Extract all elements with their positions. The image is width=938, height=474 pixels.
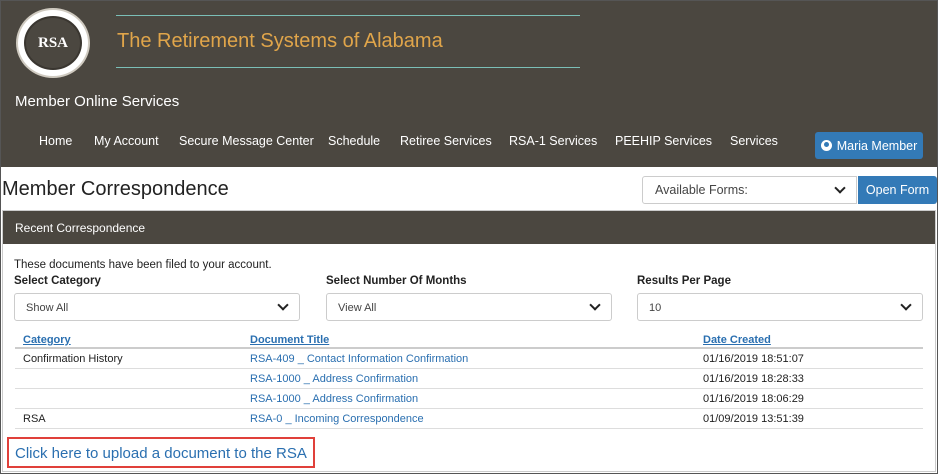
open-form-button[interactable]: Open Form: [858, 176, 937, 204]
category-select[interactable]: Show All: [14, 293, 300, 321]
months-select[interactable]: View All: [326, 293, 612, 321]
results-per-page-select[interactable]: 10: [637, 293, 923, 321]
column-header-date-created[interactable]: Date Created: [703, 334, 771, 346]
months-filter-label: Select Number Of Months: [326, 275, 467, 287]
user-name: Maria Member: [836, 138, 918, 153]
panel-heading: Recent Correspondence: [3, 211, 935, 244]
nav-schedule[interactable]: Schedule: [328, 134, 380, 148]
results-filter-label: Results Per Page: [637, 275, 731, 287]
title-rule-top: [116, 15, 580, 16]
logo-seal: RSA: [24, 16, 82, 70]
available-forms-value: Available Forms:: [655, 183, 748, 197]
site-title: The Retirement Systems of Alabama: [117, 30, 443, 52]
nav-retiree-services[interactable]: Retiree Services: [400, 134, 492, 148]
table-row: Confirmation History RSA-409 _ Contact I…: [15, 349, 923, 369]
row-category: Confirmation History: [23, 353, 123, 365]
table-row: RSA RSA-0 _ Incoming Correspondence 01/0…: [15, 409, 923, 429]
chevron-down-icon: [589, 299, 601, 311]
row-date: 01/16/2019 18:51:07: [703, 353, 804, 365]
app-subtitle: Member Online Services: [15, 93, 180, 110]
chevron-down-icon: [834, 182, 846, 194]
user-circle-icon: [820, 140, 832, 151]
nav-services[interactable]: Services: [730, 134, 778, 148]
nav-my-account[interactable]: My Account: [94, 134, 159, 148]
row-date: 01/16/2019 18:28:33: [703, 373, 804, 385]
document-link[interactable]: RSA-409 _ Contact Information Confirmati…: [250, 353, 468, 365]
results-per-page-value: 10: [649, 302, 662, 314]
row-category: RSA: [23, 413, 46, 425]
correspondence-table: Category Document Title Date Created Con…: [15, 330, 923, 429]
column-header-document-title[interactable]: Document Title: [250, 334, 329, 346]
available-forms-select[interactable]: Available Forms:: [642, 176, 857, 204]
table-header-row: Category Document Title Date Created: [15, 330, 923, 349]
document-link[interactable]: RSA-1000 _ Address Confirmation: [250, 393, 418, 405]
row-date: 01/09/2019 13:51:39: [703, 413, 804, 425]
panel-intro-text: These documents have been filed to your …: [14, 259, 272, 271]
document-link[interactable]: RSA-1000 _ Address Confirmation: [250, 373, 418, 385]
table-row: RSA-1000 _ Address Confirmation 01/16/20…: [15, 369, 923, 389]
category-select-value: Show All: [26, 302, 69, 314]
chevron-down-icon: [277, 299, 289, 311]
chevron-down-icon: [900, 299, 912, 311]
nav-secure-message-center[interactable]: Secure Message Center: [179, 134, 314, 148]
table-row: RSA-1000 _ Address Confirmation 01/16/20…: [15, 389, 923, 409]
user-menu-button[interactable]: Maria Member: [815, 132, 923, 159]
rsa-logo[interactable]: RSA: [16, 8, 90, 78]
row-date: 01/16/2019 18:06:29: [703, 393, 804, 405]
page-title: Member Correspondence: [2, 178, 229, 200]
months-select-value: View All: [338, 302, 377, 314]
upload-document-link[interactable]: Click here to upload a document to the R…: [7, 437, 315, 468]
nav-rsa1-services[interactable]: RSA-1 Services: [509, 134, 597, 148]
category-filter-label: Select Category: [14, 275, 101, 287]
column-header-category[interactable]: Category: [23, 334, 71, 346]
nav-home[interactable]: Home: [39, 134, 72, 148]
logo-text: RSA: [37, 34, 68, 51]
document-link[interactable]: RSA-0 _ Incoming Correspondence: [250, 413, 424, 425]
nav-peehip-services[interactable]: PEEHIP Services: [615, 134, 712, 148]
title-rule-bottom: [116, 67, 580, 68]
